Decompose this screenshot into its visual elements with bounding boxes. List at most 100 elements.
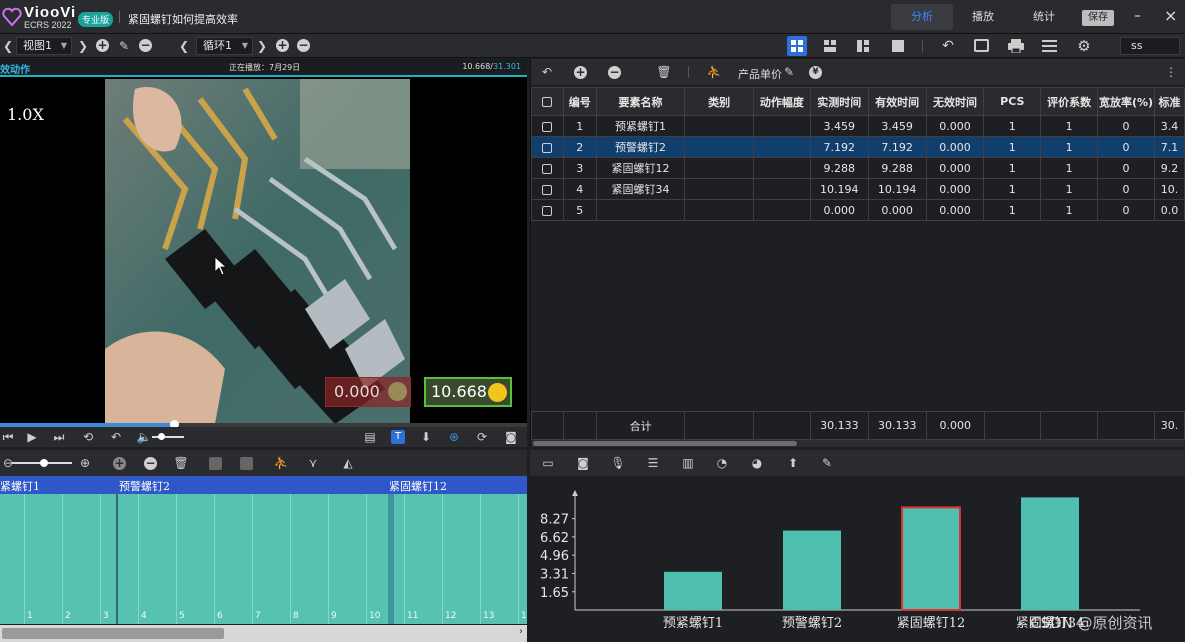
- remove-segment-icon[interactable]: −: [144, 457, 157, 470]
- cell-standard[interactable]: 0.0: [1153, 199, 1185, 221]
- cell-measured[interactable]: 10.194: [809, 178, 869, 200]
- cell-allowance[interactable]: 0: [1097, 178, 1155, 200]
- segment-label[interactable]: 紧螺钉1: [0, 478, 40, 494]
- cell-rating[interactable]: 1: [1040, 199, 1099, 221]
- cell-category[interactable]: [684, 115, 754, 137]
- skip-back-icon[interactable]: ⏮: [0, 429, 16, 445]
- checkbox[interactable]: [542, 97, 553, 107]
- chevron-right-icon[interactable]: ❯: [254, 38, 270, 54]
- camera-icon[interactable]: ◙: [575, 455, 591, 471]
- header-select-all[interactable]: [531, 87, 564, 116]
- edit-view-icon[interactable]: ✎: [116, 38, 132, 54]
- cell-pcs[interactable]: 1: [983, 136, 1042, 158]
- cell-amplitude[interactable]: [752, 115, 811, 137]
- column-header[interactable]: PCS: [983, 87, 1042, 116]
- column-header[interactable]: 无效时间: [925, 87, 985, 116]
- row-select-cell[interactable]: [531, 178, 564, 200]
- cell-rating[interactable]: 1: [1040, 115, 1099, 137]
- minimize-icon[interactable]: –: [1134, 8, 1141, 24]
- cell-measured[interactable]: 3.459: [809, 115, 869, 137]
- cell-effective[interactable]: 7.192: [867, 136, 927, 158]
- remove-row-icon[interactable]: −: [608, 66, 621, 79]
- checkbox[interactable]: [542, 184, 553, 195]
- cell-standard[interactable]: 9.2: [1153, 157, 1185, 179]
- volume-slider[interactable]: [152, 436, 184, 438]
- cycle-select[interactable]: 循环1 ▼: [196, 37, 253, 55]
- chevron-left-icon[interactable]: ❮: [176, 38, 192, 54]
- segment-boundary[interactable]: [116, 494, 118, 624]
- cell-name[interactable]: 紧固螺钉12: [595, 157, 686, 179]
- cell-no[interactable]: 5: [562, 199, 597, 221]
- cell-name[interactable]: [595, 199, 686, 221]
- chevron-left-icon[interactable]: ❮: [0, 38, 16, 54]
- cell-measured[interactable]: 7.192: [809, 136, 869, 158]
- cell-rating[interactable]: 1: [1040, 178, 1099, 200]
- undo-icon[interactable]: ↶: [940, 38, 956, 54]
- zoom-icon[interactable]: ⊕: [446, 429, 462, 445]
- add-view-icon[interactable]: +: [96, 39, 109, 52]
- replay-icon[interactable]: ⟳: [474, 429, 490, 445]
- cell-effective[interactable]: 0.000: [867, 199, 927, 221]
- tab-statistics[interactable]: 统计: [1013, 4, 1075, 30]
- column-header[interactable]: 评价系数: [1040, 87, 1099, 116]
- table-row[interactable]: 5 0.000 0.000 0.000 1 1 0 0.0: [531, 199, 1185, 221]
- gear-icon[interactable]: ⚙: [1076, 38, 1092, 54]
- cell-pcs[interactable]: 1: [983, 199, 1042, 221]
- donut-chart-icon[interactable]: ◕: [749, 455, 765, 471]
- chevron-right-icon[interactable]: ❯: [75, 38, 91, 54]
- skip-forward-icon[interactable]: ⏭: [51, 429, 67, 445]
- cell-category[interactable]: [684, 136, 754, 158]
- folder-upload-icon[interactable]: ⬆: [785, 455, 801, 471]
- cell-category[interactable]: [684, 157, 754, 179]
- timeline-track[interactable]: 1234567891011121314: [0, 494, 527, 624]
- table-row[interactable]: 2 预警螺钉2 7.192 7.192 0.000 1 1 0 7.1: [531, 136, 1185, 158]
- currency-icon[interactable]: ¥: [809, 66, 822, 79]
- tab-play[interactable]: 播放: [952, 4, 1014, 30]
- cell-pcs[interactable]: 1: [983, 115, 1042, 137]
- equalizer-icon[interactable]: ☰: [645, 455, 661, 471]
- column-header[interactable]: 实测时间: [809, 87, 869, 116]
- layout-single-button[interactable]: [888, 36, 908, 56]
- remove-cycle-icon[interactable]: −: [297, 39, 310, 52]
- chevron-right-icon[interactable]: ›: [519, 626, 523, 637]
- column-header[interactable]: 有效时间: [867, 87, 927, 116]
- cell-amplitude[interactable]: [752, 178, 811, 200]
- cell-invalid[interactable]: 0.000: [925, 157, 985, 179]
- cell-effective[interactable]: 9.288: [867, 157, 927, 179]
- cell-standard[interactable]: 10.: [1153, 178, 1185, 200]
- layout-quad-button[interactable]: [787, 36, 807, 56]
- volume-knob[interactable]: [158, 433, 165, 440]
- checkbox[interactable]: [542, 142, 553, 153]
- cell-no[interactable]: 4: [562, 178, 597, 200]
- print-icon[interactable]: [1008, 39, 1024, 53]
- timeline-scrollbar[interactable]: ›: [0, 625, 527, 642]
- more-icon[interactable]: ⋮: [1163, 64, 1179, 80]
- loop-icon[interactable]: ⟲: [80, 429, 96, 445]
- column-header[interactable]: 编号: [562, 87, 597, 116]
- cell-measured[interactable]: 0.000: [809, 199, 869, 221]
- segment-label[interactable]: 预警螺钉2: [119, 478, 170, 494]
- cell-no[interactable]: 3: [562, 157, 597, 179]
- volume-icon[interactable]: 🔈: [136, 429, 152, 445]
- pie-chart-icon[interactable]: ◔: [714, 455, 730, 471]
- trash-icon[interactable]: 🗑: [173, 455, 189, 471]
- segment-label[interactable]: 紧固螺钉12: [389, 478, 447, 494]
- table-scroll-thumb[interactable]: [533, 441, 797, 446]
- cell-amplitude[interactable]: [752, 157, 811, 179]
- add-segment-icon[interactable]: +: [113, 457, 126, 470]
- cell-invalid[interactable]: 0.000: [925, 199, 985, 221]
- cell-name[interactable]: 预警螺钉2: [595, 136, 686, 158]
- timeline-zoom-knob[interactable]: [40, 459, 48, 467]
- cell-amplitude[interactable]: [752, 199, 811, 221]
- cell-pcs[interactable]: 1: [983, 157, 1042, 179]
- checkbox[interactable]: [542, 205, 553, 216]
- video-frame[interactable]: [105, 79, 410, 424]
- cell-amplitude[interactable]: [752, 136, 811, 158]
- cell-measured[interactable]: 9.288: [809, 157, 869, 179]
- cell-no[interactable]: 1: [562, 115, 597, 137]
- table-row[interactable]: 1 预紧螺钉1 3.459 3.459 0.000 1 1 0 3.4: [531, 115, 1185, 137]
- microphone-icon[interactable]: 🎙: [610, 455, 626, 471]
- cell-category[interactable]: [684, 178, 754, 200]
- row-select-cell[interactable]: [531, 136, 564, 158]
- column-header[interactable]: 标准: [1153, 87, 1185, 116]
